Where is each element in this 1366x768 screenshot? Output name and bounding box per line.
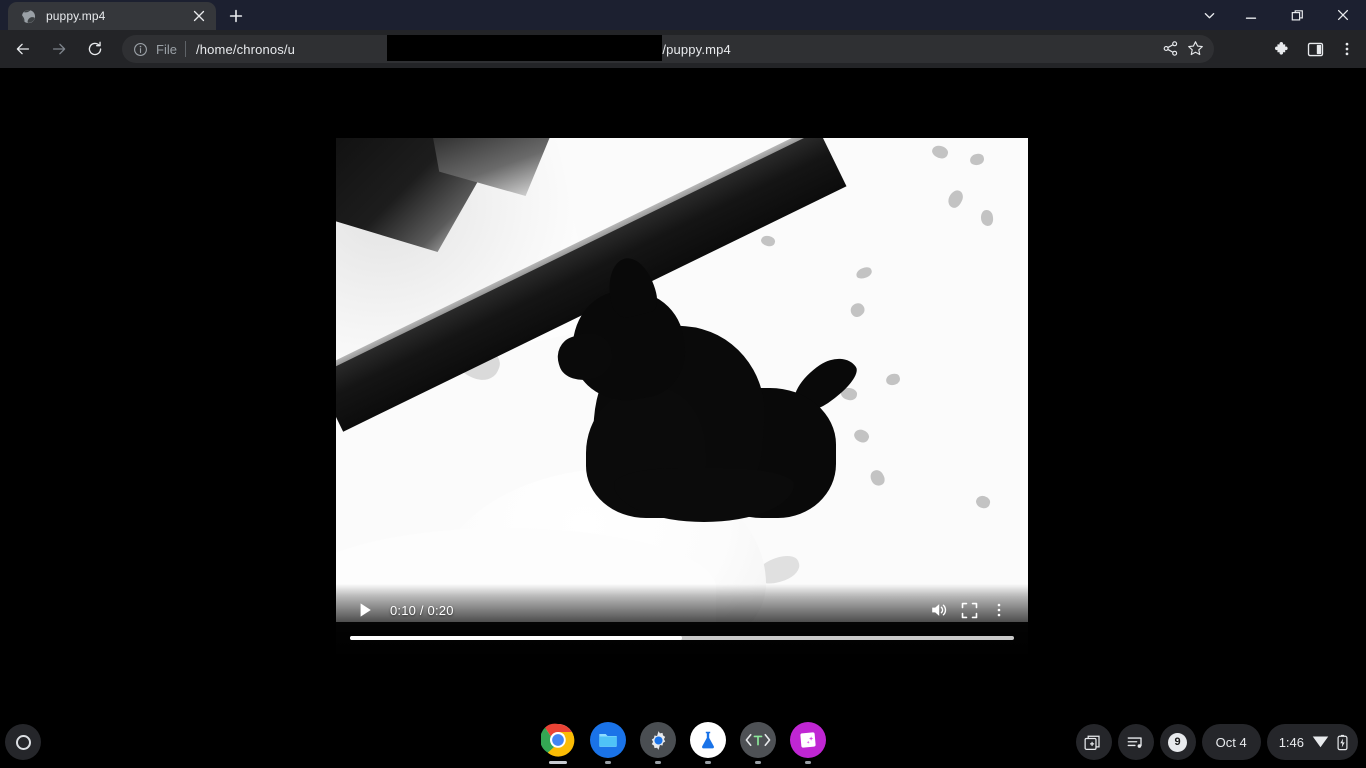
puzzle-piece-icon[interactable]	[1268, 34, 1298, 64]
info-circle-icon[interactable]	[132, 41, 148, 57]
wifi-icon	[1312, 735, 1329, 749]
launcher-ring	[16, 735, 31, 750]
three-dot-menu-icon[interactable]	[984, 595, 1014, 625]
shelf-item-files[interactable]	[590, 722, 626, 764]
progress-bar-fill	[350, 636, 682, 640]
browser-toolbar: File /home/chronos/u /MyFiles/Poop/puppy…	[0, 30, 1366, 68]
scheme-label: File	[156, 42, 177, 57]
omnibox-divider	[185, 41, 186, 57]
shelf-item-beaker[interactable]	[690, 722, 726, 764]
window-close-icon[interactable]	[1320, 0, 1366, 30]
gallery-sparkle-icon	[790, 722, 826, 758]
page-content: 0:10 / 0:20	[0, 68, 1366, 716]
minimize-icon[interactable]	[1228, 0, 1274, 30]
browser-window: puppy.mp4	[0, 0, 1366, 716]
address-bar[interactable]: File /home/chronos/u /MyFiles/Poop/puppy…	[122, 35, 1214, 63]
redaction-box	[387, 35, 662, 61]
app-indicator	[705, 761, 711, 764]
bookmark-star-icon[interactable]	[1187, 40, 1204, 57]
progress-bar[interactable]	[350, 636, 1014, 640]
share-icon[interactable]	[1162, 40, 1179, 57]
fullscreen-icon[interactable]	[954, 595, 984, 625]
app-indicator	[655, 761, 661, 764]
chrome-icon	[540, 722, 576, 758]
media-playlist-icon[interactable]	[1118, 724, 1154, 760]
battery-charging-icon	[1337, 734, 1348, 751]
screen-capture-icon[interactable]	[1076, 724, 1112, 760]
settings-gear-icon	[640, 722, 676, 758]
app-indicator	[605, 761, 611, 764]
three-dot-menu-icon[interactable]	[1332, 34, 1362, 64]
time-display: 0:10 / 0:20	[390, 603, 454, 618]
system-tray: 9 Oct 4 1:46	[1076, 724, 1358, 760]
system-shelf: 9 Oct 4 1:46	[0, 716, 1366, 768]
video-globe-favicon	[20, 8, 36, 24]
date-display[interactable]: Oct 4	[1202, 724, 1261, 760]
files-folder-icon	[590, 722, 626, 758]
toolbar-right-actions	[1266, 30, 1366, 68]
close-icon[interactable]	[190, 7, 208, 25]
shelf-item-chrome[interactable]	[540, 722, 576, 764]
video-controls: 0:10 / 0:20	[336, 584, 1028, 654]
volume-up-icon[interactable]	[924, 595, 954, 625]
arrow-back-icon[interactable]	[8, 34, 38, 64]
shelf-item-gallery[interactable]	[790, 722, 826, 764]
launcher-circle-icon[interactable]	[5, 724, 41, 760]
tab-puppy-mp4[interactable]: puppy.mp4	[8, 2, 216, 30]
chevron-down-icon[interactable]	[1190, 0, 1228, 30]
window-controls	[1190, 0, 1366, 30]
omnibox-actions	[1162, 40, 1204, 57]
video-controls-row: 0:10 / 0:20	[336, 592, 1028, 628]
notification-count-badge[interactable]: 9	[1160, 724, 1196, 760]
app-indicator	[755, 761, 761, 764]
status-area[interactable]: 1:46	[1267, 724, 1358, 760]
app-active-indicator	[549, 761, 567, 764]
clock-label: 1:46	[1279, 735, 1304, 750]
video-player[interactable]: 0:10 / 0:20	[336, 138, 1028, 654]
shelf-item-settings[interactable]	[640, 722, 676, 764]
restore-window-icon[interactable]	[1274, 0, 1320, 30]
tab-strip: puppy.mp4	[0, 0, 1366, 30]
arrow-forward-icon[interactable]	[44, 34, 74, 64]
shelf-item-terminal[interactable]	[740, 722, 776, 764]
reload-icon[interactable]	[80, 34, 110, 64]
shelf-app-list	[540, 722, 826, 764]
flask-beaker-icon	[690, 722, 726, 758]
play-icon[interactable]	[350, 595, 380, 625]
url-prefix: /home/chronos/u	[196, 42, 295, 57]
side-panel-icon[interactable]	[1300, 34, 1330, 64]
tab-title: puppy.mp4	[46, 9, 190, 23]
terminal-t-icon	[740, 722, 776, 758]
status-badge: 9	[1168, 733, 1187, 752]
video-frame	[336, 138, 1028, 622]
app-indicator	[805, 761, 811, 764]
new-tab-button[interactable]	[222, 2, 250, 30]
